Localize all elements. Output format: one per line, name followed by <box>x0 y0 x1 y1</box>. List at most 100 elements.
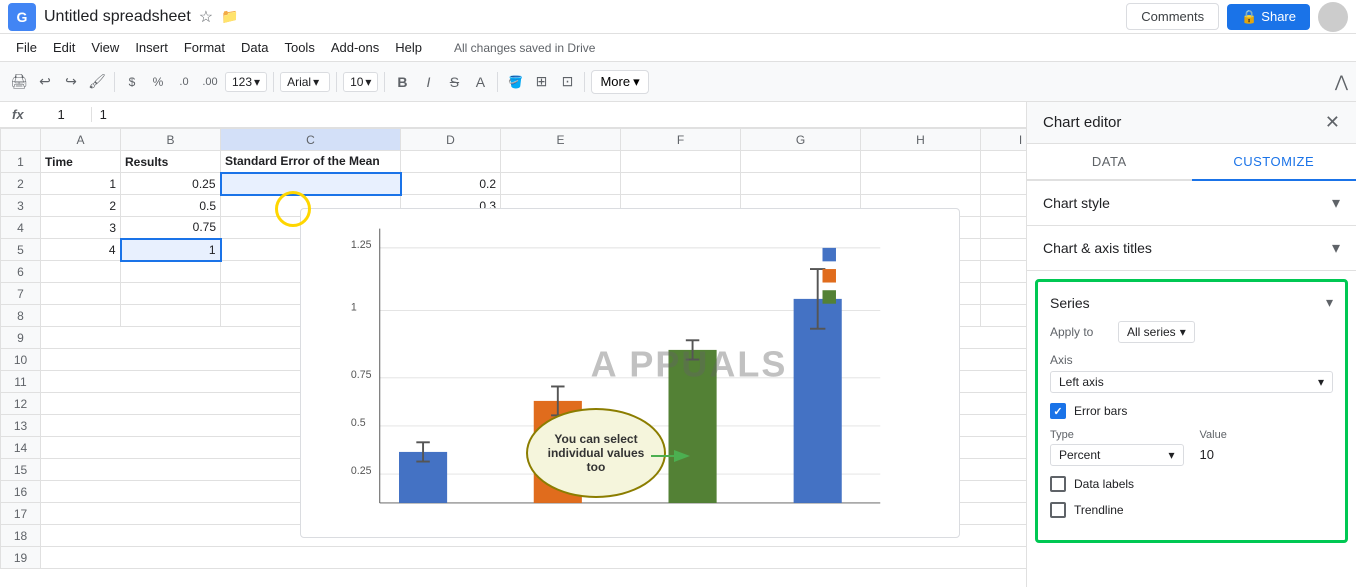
col-header-d[interactable]: D <box>401 129 501 151</box>
cell-a8[interactable] <box>41 305 121 327</box>
chevron-down-icon: ▾ <box>365 75 371 89</box>
cell-i4[interactable] <box>981 217 1027 239</box>
menu-help[interactable]: Help <box>387 36 430 59</box>
chart-axis-label: Chart & axis titles <box>1043 240 1152 256</box>
decimal-decrease-icon[interactable]: .0 <box>173 71 195 93</box>
cell-d2[interactable]: 0.2 <box>401 173 501 195</box>
share-button[interactable]: 🔒 Share <box>1227 4 1310 30</box>
trendline-checkbox[interactable] <box>1050 502 1066 518</box>
col-header-a[interactable]: A <box>41 129 121 151</box>
italic-button[interactable]: I <box>417 71 439 93</box>
number-format-btn[interactable]: 123 ▾ <box>225 72 267 92</box>
cell-b6[interactable] <box>121 261 221 283</box>
menu-format[interactable]: Format <box>176 36 233 59</box>
cell-a6[interactable] <box>41 261 121 283</box>
row-num-11: 11 <box>1 371 41 393</box>
font-dropdown[interactable]: Arial ▾ <box>280 72 330 92</box>
error-bars-checkbox[interactable]: ✓ <box>1050 403 1066 419</box>
cell-i1[interactable] <box>981 151 1027 173</box>
col-header-b[interactable]: B <box>121 129 221 151</box>
borders-button[interactable]: ⊞ <box>530 71 552 93</box>
bold-button[interactable]: B <box>391 71 413 93</box>
formula-input[interactable] <box>92 107 1022 122</box>
undo-icon[interactable]: ↩ <box>34 71 56 93</box>
col-header-e[interactable]: E <box>501 129 621 151</box>
currency-icon[interactable]: $ <box>121 71 143 93</box>
menu-view[interactable]: View <box>83 36 127 59</box>
col-header-c[interactable]: C <box>221 129 401 151</box>
grid-container[interactable]: A B C D E F G H I 1 Time Res <box>0 128 1026 587</box>
cell-empty-19[interactable] <box>41 547 1027 569</box>
cell-e1[interactable] <box>501 151 621 173</box>
cell-a5[interactable]: 4 <box>41 239 121 261</box>
data-labels-checkbox[interactable] <box>1050 476 1066 492</box>
strikethrough-button[interactable]: S <box>443 71 465 93</box>
cell-b8[interactable] <box>121 305 221 327</box>
apply-to-dropdown[interactable]: All series ▾ <box>1118 321 1195 343</box>
cell-i6[interactable] <box>981 261 1027 283</box>
chevron-down-icon: ▾ <box>1318 375 1324 389</box>
more-button[interactable]: More ▾ <box>591 70 648 94</box>
cell-b1[interactable]: Results <box>121 151 221 173</box>
cell-a2[interactable]: 1 <box>41 173 121 195</box>
cell-g2[interactable] <box>741 173 861 195</box>
cell-c2[interactable] <box>221 173 401 195</box>
close-button[interactable]: ✕ <box>1325 112 1340 133</box>
redo-icon[interactable]: ↪ <box>60 71 82 93</box>
cell-e2[interactable] <box>501 173 621 195</box>
cell-b3[interactable]: 0.5 <box>121 195 221 217</box>
cell-h1[interactable] <box>861 151 981 173</box>
document-title[interactable]: Untitled spreadsheet <box>44 8 191 26</box>
col-header-i[interactable]: I <box>981 129 1027 151</box>
menu-addons[interactable]: Add-ons <box>323 36 387 59</box>
axis-dropdown[interactable]: Left axis ▾ <box>1050 371 1333 393</box>
cell-d1[interactable] <box>401 151 501 173</box>
print-icon[interactable]: 🖨 <box>8 71 30 93</box>
cell-i8[interactable] <box>981 305 1027 327</box>
cell-a1[interactable]: Time <box>41 151 121 173</box>
cell-i7[interactable] <box>981 283 1027 305</box>
cell-b7[interactable] <box>121 283 221 305</box>
cell-b2[interactable]: 0.25 <box>121 173 221 195</box>
paint-format-icon[interactable]: 🖌 <box>86 71 108 93</box>
cell-h2[interactable] <box>861 173 981 195</box>
cell-b4[interactable]: 0.75 <box>121 217 221 239</box>
cell-b5[interactable]: 1 <box>121 239 221 261</box>
menu-data[interactable]: Data <box>233 36 276 59</box>
chart-style-section[interactable]: Chart style ▾ <box>1027 181 1356 226</box>
cell-c1[interactable]: Standard Error of the Mean <box>221 151 401 173</box>
menu-file[interactable]: File <box>8 36 45 59</box>
cell-f2[interactable] <box>621 173 741 195</box>
menu-insert[interactable]: Insert <box>127 36 176 59</box>
cell-g1[interactable] <box>741 151 861 173</box>
cell-i2[interactable] <box>981 173 1027 195</box>
star-icon[interactable]: ☆ <box>199 7 213 27</box>
tab-data[interactable]: DATA <box>1027 144 1192 179</box>
col-header-h[interactable]: H <box>861 129 981 151</box>
menu-edit[interactable]: Edit <box>45 36 83 59</box>
cell-a4[interactable]: 3 <box>41 217 121 239</box>
col-header-f[interactable]: F <box>621 129 741 151</box>
col-header-g[interactable]: G <box>741 129 861 151</box>
percent-icon[interactable]: % <box>147 71 169 93</box>
tab-customize[interactable]: CUSTOMIZE <box>1192 144 1356 181</box>
cell-a7[interactable] <box>41 283 121 305</box>
cell-reference-input[interactable] <box>32 107 92 122</box>
comments-button[interactable]: Comments <box>1126 3 1219 30</box>
row-num-1: 1 <box>1 151 41 173</box>
cell-a3[interactable]: 2 <box>41 195 121 217</box>
chart-axis-section[interactable]: Chart & axis titles ▾ <box>1027 226 1356 271</box>
font-size-dropdown[interactable]: 10 ▾ <box>343 72 378 92</box>
merge-button[interactable]: ⊡ <box>556 71 578 93</box>
fill-color-button[interactable]: 🪣 <box>504 71 526 93</box>
cell-f1[interactable] <box>621 151 741 173</box>
cell-i5[interactable] <box>981 239 1027 261</box>
callout-arrow <box>651 446 691 466</box>
decimal-increase-icon[interactable]: .00 <box>199 71 221 93</box>
folder-icon[interactable]: 📁 <box>221 8 238 25</box>
menu-tools[interactable]: Tools <box>276 36 322 59</box>
cell-i3[interactable] <box>981 195 1027 217</box>
font-color-button[interactable]: A <box>469 71 491 93</box>
expand-icon[interactable]: ⋀ <box>1335 72 1348 92</box>
type-dropdown[interactable]: Percent ▾ <box>1050 444 1184 466</box>
